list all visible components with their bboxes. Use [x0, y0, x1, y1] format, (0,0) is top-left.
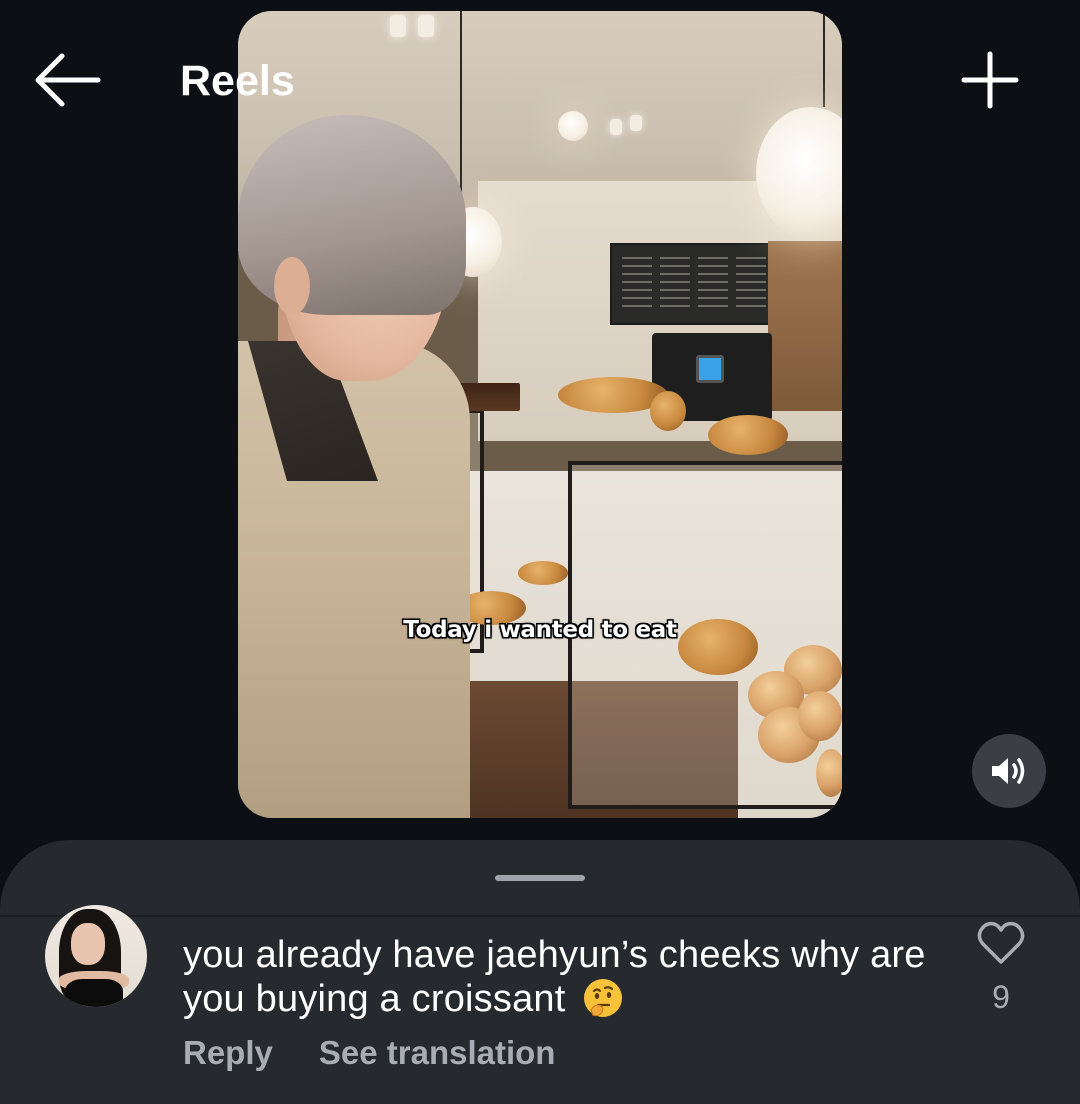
page-title: Reels: [180, 57, 295, 105]
heart-outline-icon: [977, 921, 1025, 964]
commenter-avatar[interactable]: [45, 905, 147, 1007]
drag-handle[interactable]: [495, 875, 585, 881]
like-count: 9: [992, 979, 1010, 1015]
thinking-face-icon: [584, 979, 623, 1017]
comment-text: you already have jaehyun’s cheeks why ar…: [183, 934, 926, 1020]
speaker-on-icon: [992, 758, 1025, 784]
comment-actions: Reply See translation: [183, 1033, 555, 1073]
arrow-left-icon: [35, 53, 101, 107]
comments-sheet: you already have jaehyun’s cheeks why ar…: [0, 840, 1080, 1104]
sound-toggle-button[interactable]: [972, 734, 1046, 808]
top-bar: Reels: [0, 0, 1080, 160]
see-translation-button[interactable]: See translation: [319, 1033, 556, 1073]
back-button[interactable]: [28, 46, 104, 114]
video-caption: Today i wanted to eat: [403, 617, 677, 643]
reply-button[interactable]: Reply: [183, 1033, 273, 1073]
add-button[interactable]: [956, 46, 1024, 114]
divider: [0, 915, 1080, 917]
plus-icon: [961, 51, 1019, 109]
reels-screen: Today i wanted to eat Reels you already …: [0, 0, 1080, 1104]
like-button[interactable]: [976, 920, 1026, 966]
comment-body: you already have jaehyun’s cheeks why ar…: [183, 933, 943, 1021]
